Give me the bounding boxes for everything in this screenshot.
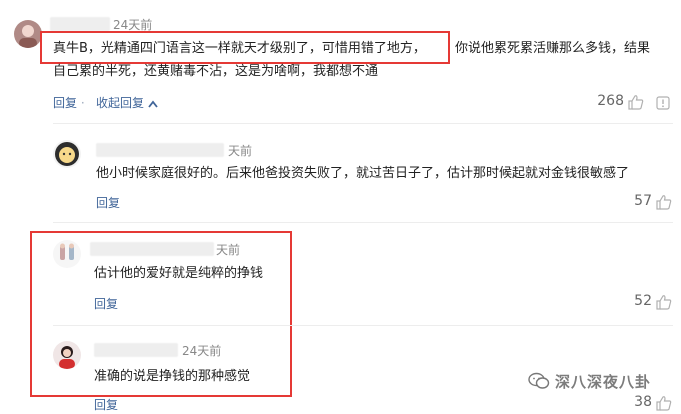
divider (53, 325, 673, 326)
reply-text: 他小时候家庭很好的。后来他爸投资失败了，就过苦日子了，估计那时候起就对金钱很敏感… (96, 166, 630, 181)
username-blurred (94, 343, 178, 357)
like-icon[interactable] (656, 395, 672, 411)
collapse-replies-button[interactable]: 收起回复 (96, 94, 158, 111)
comment-text-rest: 你说他累死累活赚那么多钱，结果 (455, 41, 651, 56)
like-count: 57 (634, 193, 652, 209)
like-icon[interactable] (656, 294, 672, 310)
reply-button[interactable]: 回复 (94, 295, 118, 312)
avatar[interactable] (14, 20, 42, 48)
like-count: 52 (634, 293, 652, 309)
avatar-image (55, 142, 79, 166)
reply-label: 回复 (53, 96, 78, 110)
username-blurred (96, 143, 224, 157)
reply-text: 准确的说是挣钱的那种感觉 (94, 369, 251, 384)
reply-button[interactable]: 回复 · (53, 94, 85, 111)
watermark-text: 深八深夜八卦 (555, 373, 652, 391)
reply-button[interactable]: 回复 (94, 396, 118, 413)
like-count: 38 (634, 394, 652, 410)
reply-button[interactable]: 回复 (96, 194, 120, 211)
like-icon[interactable] (628, 94, 644, 110)
reply-time: 天前 (216, 243, 241, 257)
comment-text-line2: 自己累的半死，还黄赌毒不沾，这是为啥啊，我都想不通 (53, 64, 379, 79)
reply-time: 天前 (228, 144, 253, 158)
like-count: 268 (597, 93, 624, 109)
divider (53, 123, 673, 124)
separator: · (80, 96, 85, 110)
avatar-image (19, 25, 37, 48)
reply-text: 估计他的爱好就是纯粹的挣钱 (94, 266, 264, 281)
avatar-image (60, 243, 74, 260)
like-icon[interactable] (656, 194, 672, 210)
avatar-image (59, 346, 75, 369)
divider (53, 222, 673, 223)
wechat-icon (528, 372, 550, 389)
collapse-label: 收起回复 (96, 96, 145, 110)
reply-avatar[interactable] (53, 240, 81, 268)
chevron-up-icon (148, 100, 158, 108)
reply-time: 24天前 (182, 344, 222, 358)
report-icon[interactable] (656, 96, 670, 110)
username-blurred (90, 242, 214, 256)
comment-text-highlighted: 真牛B，光精通四门语言这一样就天才级别了，可惜用错了地方， (53, 41, 426, 56)
username-blurred (50, 17, 110, 31)
reply-avatar[interactable] (53, 140, 81, 168)
reply-avatar[interactable] (53, 341, 81, 369)
